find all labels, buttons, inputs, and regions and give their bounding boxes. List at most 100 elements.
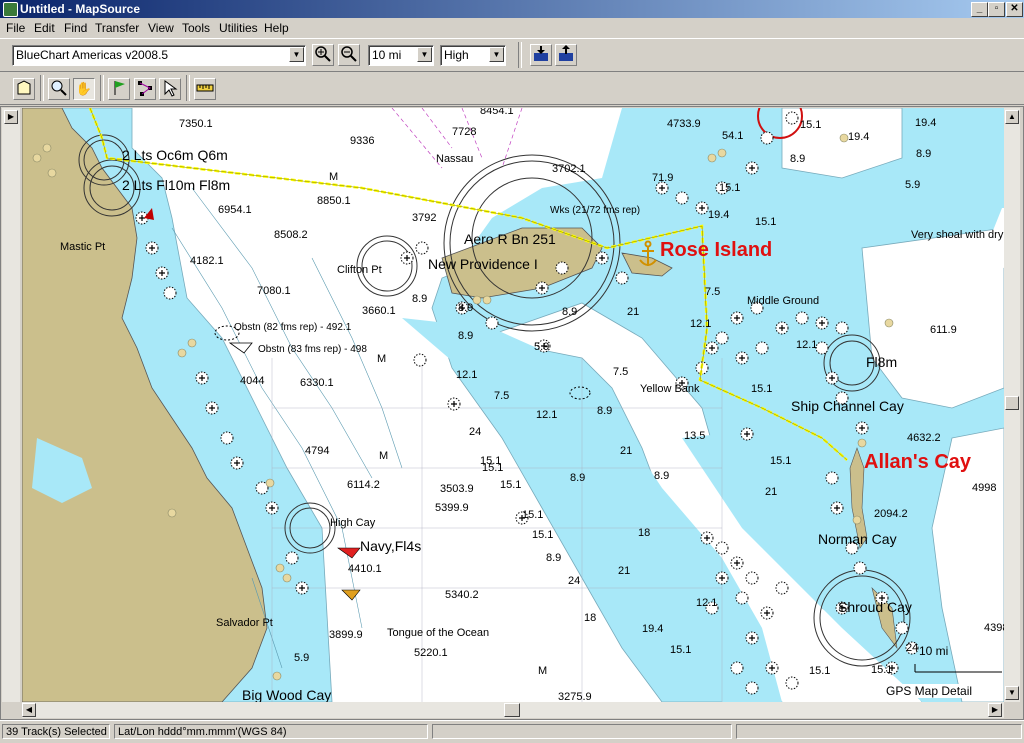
receive-from-device-button[interactable] — [530, 44, 552, 66]
zoom-in-button[interactable] — [312, 44, 334, 66]
vertical-scrollbar[interactable]: ▲ ▼ — [1004, 108, 1020, 702]
scroll-down-arrow[interactable]: ▼ — [1005, 686, 1019, 700]
chevron-down-icon[interactable]: ▼ — [417, 47, 432, 62]
depth-label: 8.9 — [458, 330, 473, 342]
depth-label: 3503.9 — [440, 483, 474, 495]
scroll-right-arrow[interactable]: ▶ — [988, 703, 1002, 717]
close-button[interactable]: ✕ — [1006, 2, 1023, 17]
map-tool-button[interactable] — [13, 78, 35, 100]
menu-edit[interactable]: Edit — [34, 21, 55, 35]
menu-file[interactable]: File — [6, 21, 25, 35]
map-product-select[interactable]: BlueChart Americas v2008.5 ▼ — [12, 45, 306, 66]
distance-tool-button[interactable] — [194, 78, 216, 100]
depth-label: 15.1 — [482, 462, 503, 474]
obstruction-label: Obstn (83 fms rep) - 498 — [258, 344, 367, 355]
mark-label: M — [329, 171, 338, 183]
fl8m-light-label: Fl8m — [866, 354, 897, 370]
menu-transfer[interactable]: Transfer — [95, 21, 139, 35]
send-to-device-button[interactable] — [555, 44, 577, 66]
horizontal-scrollbar[interactable]: ◀ ▶ — [22, 702, 1004, 718]
depth-label: 24 — [469, 426, 481, 438]
scroll-up-arrow[interactable]: ▲ — [1005, 110, 1019, 124]
depth-label: 5399.9 — [435, 502, 469, 514]
depth-label: 12.1 — [690, 318, 711, 330]
select-tool-button[interactable] — [159, 78, 181, 100]
depth-label: 19.4 — [848, 131, 869, 143]
flag-icon — [114, 81, 125, 95]
minimize-button[interactable]: _ — [971, 2, 988, 17]
title-bar: Untitled - MapSource _ ▫ ✕ — [0, 0, 1024, 18]
depth-label: 8850.1 — [317, 195, 351, 207]
depth-label: 5220.1 — [414, 647, 448, 659]
zoom-scale-select[interactable]: 10 mi ▼ — [368, 45, 434, 66]
horizontal-scroll-thumb[interactable] — [504, 703, 520, 717]
depth-label: 5.9 — [294, 652, 309, 664]
menu-find[interactable]: Find — [64, 21, 87, 35]
depth-label: 8.9 — [916, 148, 931, 160]
mastic-pt-label: Mastic Pt — [60, 241, 105, 253]
map-view[interactable]: 7350.1 9336 7728 8454.1 4733.9 6954.1 88… — [22, 108, 1004, 702]
norman-cay-label: Norman Cay — [818, 531, 897, 547]
zoom-tool-button[interactable] — [48, 78, 70, 100]
pan-tool-button[interactable]: ✋ — [73, 78, 95, 100]
depth-label: 19.4 — [642, 623, 663, 635]
depth-label: 4733.9 — [667, 118, 701, 130]
route-tool-button[interactable] — [134, 78, 156, 100]
depth-label: 15.1 — [770, 455, 791, 467]
toolbar-separator — [186, 75, 190, 101]
hand-icon: ✋ — [75, 81, 93, 96]
chevron-down-icon[interactable]: ▼ — [489, 47, 504, 62]
left-scroll-strip: ▶ — [2, 108, 20, 702]
zoom-out-icon — [341, 46, 357, 62]
lights-oc6m-label: 2 Lts Oc6m Q6m — [122, 147, 228, 163]
depth-label: 7.5 — [705, 286, 720, 298]
status-panel-empty — [736, 724, 1022, 739]
tools-toolbar: ✋ — [0, 72, 1024, 105]
nautical-chart[interactable]: 7350.1 9336 7728 8454.1 4733.9 6954.1 88… — [22, 108, 1004, 702]
magnifier-icon — [51, 80, 67, 96]
depth-label: 15.1 — [719, 182, 740, 194]
detail-level-select[interactable]: High ▼ — [440, 45, 506, 66]
depth-label: 4410.1 — [348, 563, 382, 575]
depth-label: 71.9 — [652, 172, 673, 184]
scroll-left-arrow[interactable]: ◀ — [22, 703, 36, 717]
maximize-button[interactable]: ▫ — [988, 2, 1005, 17]
depth-label: 6954.1 — [218, 204, 252, 216]
depth-label: 4998 — [972, 482, 996, 494]
depth-label: 24 — [906, 642, 918, 654]
menu-tools[interactable]: Tools — [182, 21, 210, 35]
depth-label: 21 — [765, 486, 777, 498]
waypoint-tool-button[interactable] — [108, 78, 130, 100]
depth-label: 8508.2 — [274, 229, 308, 241]
depth-label: 7.5 — [613, 366, 628, 378]
nassau-label: Nassau — [436, 153, 473, 165]
depth-label: 3899.9 — [329, 629, 363, 641]
zoom-out-button[interactable] — [338, 44, 360, 66]
depth-label: 8.9 — [597, 405, 612, 417]
depth-label: 8.9 — [458, 302, 473, 314]
depth-label: 15.1 — [751, 383, 772, 395]
depth-label: 15.1 — [800, 119, 821, 131]
depth-label: 19.4 — [708, 209, 729, 221]
rose-island-label: Rose Island — [660, 239, 772, 261]
shroud-cay-label: Shroud Cay — [838, 599, 912, 615]
depth-label: 8.9 — [412, 293, 427, 305]
depth-label: 15.1 — [532, 529, 553, 541]
zoom-scale-value: 10 mi — [372, 48, 402, 62]
depth-label: 12.1 — [696, 597, 717, 609]
menu-bar: File Edit Find Transfer View Tools Utili… — [0, 18, 1024, 37]
chevron-down-icon[interactable]: ▼ — [289, 47, 304, 62]
status-bar: 39 Track(s) Selected Lat/Lon hddd°mm.mmm… — [0, 720, 1024, 743]
menu-help[interactable]: Help — [264, 21, 289, 35]
obstruction-label: Obstn (82 fms rep) - 492.1 — [234, 322, 352, 333]
new-providence-label: New Providence I — [428, 256, 538, 272]
menu-view[interactable]: View — [148, 21, 174, 35]
receive-from-device-icon — [534, 46, 548, 61]
scroll-left-arrow[interactable]: ▶ — [4, 110, 18, 124]
depth-label: 21 — [627, 306, 639, 318]
ruler-icon — [196, 84, 214, 92]
menu-utilities[interactable]: Utilities — [219, 21, 258, 35]
gps-map-detail-label: GPS Map Detail — [884, 684, 975, 698]
vertical-scroll-thumb[interactable] — [1005, 396, 1019, 410]
depth-label: 18 — [584, 612, 596, 624]
